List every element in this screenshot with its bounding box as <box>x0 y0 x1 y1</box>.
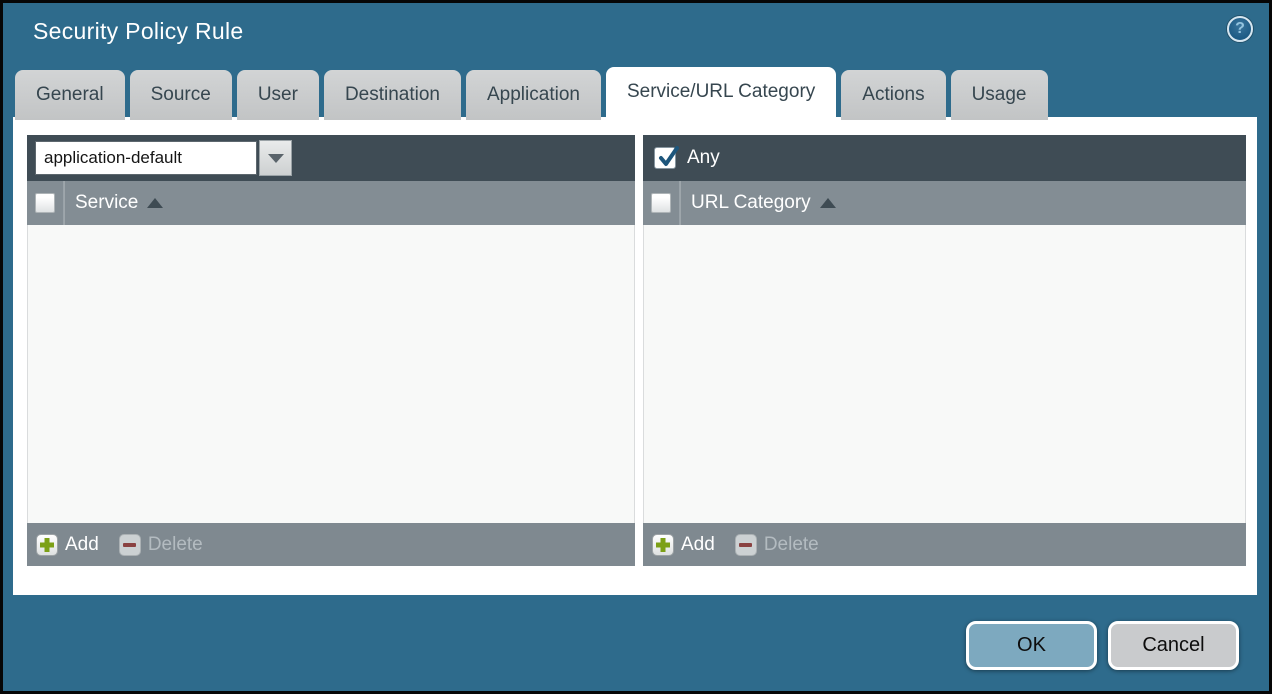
service-column-header[interactable]: Service <box>75 192 163 214</box>
chevron-down-icon <box>268 154 284 163</box>
url-category-select-all-cell[interactable] <box>643 181 680 225</box>
url-category-add-button[interactable]: Add <box>652 534 715 556</box>
tab-source[interactable]: Source <box>130 70 232 120</box>
any-checkbox-control[interactable]: Any <box>651 147 720 169</box>
url-category-delete-button[interactable]: Delete <box>735 534 819 556</box>
plus-icon <box>652 534 674 556</box>
service-panel: Service Add Delete <box>27 135 635 566</box>
minus-icon <box>119 534 141 556</box>
tab-usage[interactable]: Usage <box>951 70 1048 120</box>
service-toolbar <box>27 135 635 181</box>
sort-ascending-icon <box>820 198 836 208</box>
minus-icon <box>735 534 757 556</box>
cancel-button[interactable]: Cancel <box>1108 621 1239 670</box>
tab-service-url-category[interactable]: Service/URL Category <box>606 67 836 120</box>
tab-actions[interactable]: Actions <box>841 70 945 120</box>
service-type-dropdown-button[interactable] <box>259 140 292 176</box>
url-category-delete-label: Delete <box>764 534 819 556</box>
any-checkbox-label: Any <box>687 147 720 169</box>
tab-general[interactable]: General <box>15 70 125 120</box>
url-category-column-header[interactable]: URL Category <box>691 192 836 214</box>
dialog-title: Security Policy Rule <box>33 18 244 45</box>
url-category-table-header: URL Category <box>643 181 1246 225</box>
help-icon[interactable]: ? <box>1227 16 1253 42</box>
tab-bar: General Source User Destination Applicat… <box>15 67 1048 120</box>
checkmark-icon <box>656 145 682 171</box>
service-select-all-checkbox[interactable] <box>35 193 55 213</box>
plus-icon <box>36 534 58 556</box>
tab-application[interactable]: Application <box>466 70 601 120</box>
ok-button[interactable]: OK <box>966 621 1097 670</box>
service-select-all-cell[interactable] <box>27 181 64 225</box>
url-category-select-all-checkbox[interactable] <box>651 193 671 213</box>
service-delete-button[interactable]: Delete <box>119 534 203 556</box>
url-category-table-body <box>643 225 1246 523</box>
service-add-button[interactable]: Add <box>36 534 99 556</box>
url-category-table-footer: Add Delete <box>643 523 1246 566</box>
service-table-body <box>27 225 635 523</box>
service-column-label: Service <box>75 192 138 214</box>
tab-content-area: Service Add Delete <box>13 117 1257 595</box>
service-table-header: Service <box>27 181 635 225</box>
service-delete-label: Delete <box>148 534 203 556</box>
url-category-column-label: URL Category <box>691 192 811 214</box>
tab-user[interactable]: User <box>237 70 319 120</box>
url-category-panel: Any URL Category Add <box>643 135 1246 566</box>
dialog-button-row: OK Cancel <box>966 621 1239 670</box>
url-category-add-label: Add <box>681 534 715 556</box>
tab-destination[interactable]: Destination <box>324 70 461 120</box>
service-table-footer: Add Delete <box>27 523 635 566</box>
sort-ascending-icon <box>147 198 163 208</box>
service-add-label: Add <box>65 534 99 556</box>
url-category-toolbar: Any <box>643 135 1246 181</box>
security-policy-rule-dialog: Security Policy Rule ? General Source Us… <box>0 0 1272 694</box>
service-type-input[interactable] <box>35 141 257 175</box>
any-checkbox[interactable] <box>654 147 676 169</box>
